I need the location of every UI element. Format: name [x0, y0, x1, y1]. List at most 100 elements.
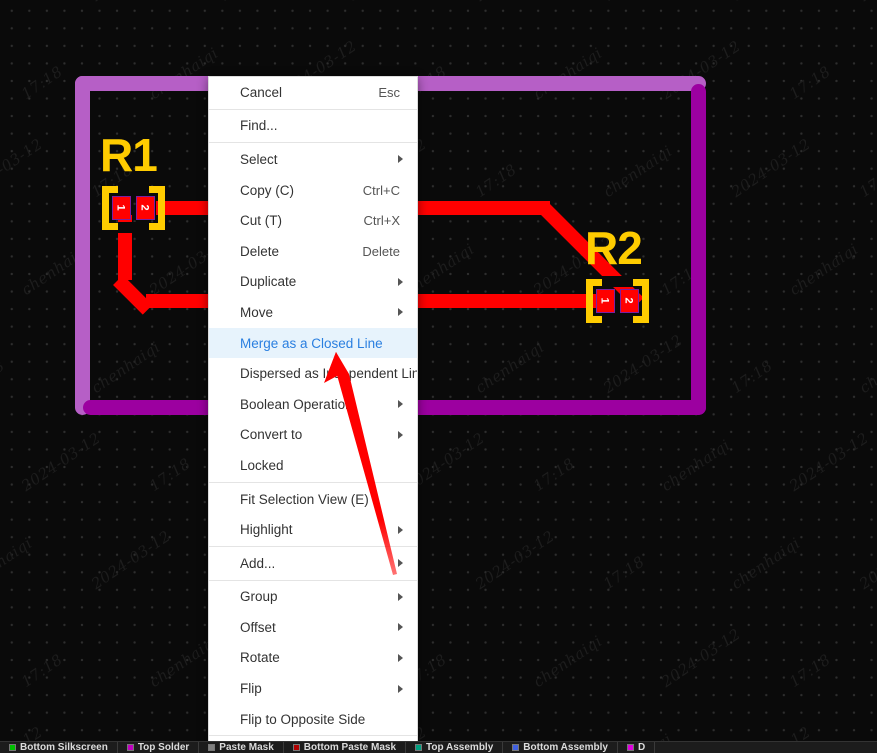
menu-item-group[interactable]: Group	[209, 582, 417, 613]
watermark-text: 2024-03-12	[88, 0, 174, 5]
watermark-text: chenhaiqi	[600, 730, 675, 741]
menu-separator	[209, 579, 417, 581]
watermark-text: 2024-03-12	[856, 0, 877, 5]
chevron-right-icon	[398, 684, 403, 693]
watermark-text: 17:18	[600, 0, 648, 5]
chevron-right-icon	[398, 308, 403, 317]
menu-item-label: Dispersed as Independent Line	[240, 366, 418, 382]
trace-segment[interactable]	[418, 201, 550, 215]
watermark-text: 17:18	[600, 552, 648, 593]
layer-tab-top-assembly[interactable]: Top Assembly	[406, 742, 504, 753]
board-outline-right[interactable]	[691, 84, 706, 415]
watermark-text: 2024-03-12	[0, 134, 46, 201]
menu-item-convert-to[interactable]: Convert to	[209, 420, 417, 451]
layer-tab-bottom-paste-mask[interactable]: Bottom Paste Mask	[284, 742, 407, 753]
menu-item-fit-selection-view-e[interactable]: Fit Selection View (E)	[209, 484, 417, 515]
pad-number-label: 1	[598, 297, 611, 304]
menu-item-dispersed-as-independent-line[interactable]: Dispersed as Independent Line	[209, 358, 417, 389]
watermark-text: chenhaiqi	[344, 0, 419, 5]
menu-item-label: Convert to	[240, 427, 303, 443]
watermark-text: chenhaiqi	[0, 533, 36, 593]
layer-tab-bar[interactable]: Bottom Silkscreen Top Solder Paste Mask Bot…	[0, 741, 877, 753]
menu-item-delete[interactable]: Delete Delete	[209, 236, 417, 267]
menu-item-highlight[interactable]: Highlight	[209, 514, 417, 545]
layer-color-swatch	[415, 744, 423, 751]
menu-item-locked[interactable]: Locked	[209, 450, 417, 481]
layer-tab-label: Top Solder	[137, 742, 190, 753]
layer-tab-bottom-assembly[interactable]: Bottom Assembly	[503, 742, 618, 753]
menu-item-add[interactable]: Add...	[209, 548, 417, 579]
layer-tab-label: D	[637, 742, 646, 753]
menu-item-label: Add...	[240, 555, 276, 571]
layer-tab-label: Bottom Silkscreen	[20, 742, 108, 753]
menu-separator	[209, 545, 417, 547]
menu-item-merge-as-a-closed-line[interactable]: Merge as a Closed Line	[209, 327, 417, 359]
pad-number-label: 2	[138, 204, 151, 211]
refdes-label-r1[interactable]: R1	[100, 132, 158, 178]
watermark-text: 17:18	[0, 356, 8, 397]
menu-item-label: Rotate	[240, 650, 280, 666]
menu-item-cut-t[interactable]: Cut (T) Ctrl+X	[209, 205, 417, 236]
watermark-text: chenhaiqi	[728, 533, 804, 593]
menu-item-cancel[interactable]: Cancel Esc	[209, 77, 417, 108]
trace-segment[interactable]	[418, 294, 602, 308]
layer-tab-d[interactable]: D	[618, 742, 656, 753]
watermark-text: 17:18	[728, 356, 776, 397]
watermark-text: 17:18	[146, 454, 194, 495]
chevron-right-icon	[398, 592, 403, 601]
menu-item-offset[interactable]: Offset	[209, 612, 417, 643]
watermark-text: 2024-03-12	[472, 526, 558, 593]
context-menu[interactable]: Cancel Esc Find... Select Copy (C) Ctrl+C Cut …	[208, 76, 418, 753]
layer-color-swatch	[626, 744, 634, 751]
chevron-right-icon	[398, 430, 403, 439]
chevron-right-icon	[398, 623, 403, 632]
chevron-right-icon	[398, 277, 403, 286]
menu-item-label: Copy (C)	[240, 182, 295, 198]
watermark-text: 17:18	[530, 454, 578, 495]
layer-color-swatch	[126, 744, 134, 751]
watermark-text: 2024-03-12	[600, 330, 686, 397]
menu-item-label: Duplicate	[240, 274, 297, 290]
layer-tab-label: Paste Mask	[219, 742, 274, 753]
menu-item-copy-c[interactable]: Copy (C) Ctrl+C	[209, 175, 417, 206]
chevron-right-icon	[398, 525, 403, 534]
layer-color-swatch	[208, 744, 216, 751]
layer-tab-label: Bottom Assembly	[523, 742, 608, 753]
menu-item-duplicate[interactable]: Duplicate	[209, 267, 417, 298]
chevron-right-icon	[398, 400, 403, 409]
menu-item-rotate[interactable]: Rotate	[209, 643, 417, 674]
watermark-text: chenhaiqi	[728, 0, 803, 5]
chevron-right-icon	[398, 155, 403, 164]
menu-item-label: Delete	[240, 243, 280, 259]
watermark-text: 17:18	[786, 650, 834, 691]
layer-tab-paste-mask[interactable]: Paste Mask	[199, 742, 284, 753]
watermark-text: 2024-03-12	[658, 624, 744, 691]
layer-color-swatch	[512, 744, 520, 751]
watermark-text: chenhaiqi	[856, 337, 877, 397]
watermark-text: 17:18	[472, 160, 520, 201]
pad-number-label: 1	[114, 204, 127, 211]
silkscreen-gap	[602, 276, 633, 287]
menu-item-label: Highlight	[240, 522, 293, 538]
layer-tab-label: Top Assembly	[426, 742, 494, 753]
board-outline-left[interactable]	[75, 76, 90, 415]
pcb-canvas[interactable]: chenhaiqi2024-03-1217:18chenhaiqi2024-03…	[0, 0, 877, 741]
menu-item-label: Flip to Opposite Side	[240, 711, 366, 727]
menu-item-move[interactable]: Move	[209, 297, 417, 328]
menu-item-label: Boolean Operation	[240, 396, 353, 412]
layer-tab-top-solder[interactable]: Top Solder	[118, 742, 200, 753]
menu-item-select[interactable]: Select	[209, 144, 417, 175]
menu-item-shortcut: Delete	[362, 243, 400, 259]
refdes-label-r2[interactable]: R2	[585, 225, 643, 271]
menu-item-shortcut: Ctrl+C	[362, 182, 400, 198]
menu-item-label: Group	[240, 589, 278, 605]
menu-item-find[interactable]: Find...	[209, 111, 417, 142]
menu-item-flip-to-opposite-side[interactable]: Flip to Opposite Side	[209, 704, 417, 735]
layer-tab-bottom-silkscreen[interactable]: Bottom Silkscreen	[0, 742, 118, 753]
menu-item-boolean-operation[interactable]: Boolean Operation	[209, 389, 417, 420]
menu-item-shortcut: Esc	[378, 84, 400, 100]
watermark-text: 17:18	[18, 650, 66, 691]
watermark-text: 2024-03-12	[472, 0, 558, 5]
watermark-text: 17:18	[18, 62, 66, 103]
menu-item-flip[interactable]: Flip	[209, 673, 417, 704]
